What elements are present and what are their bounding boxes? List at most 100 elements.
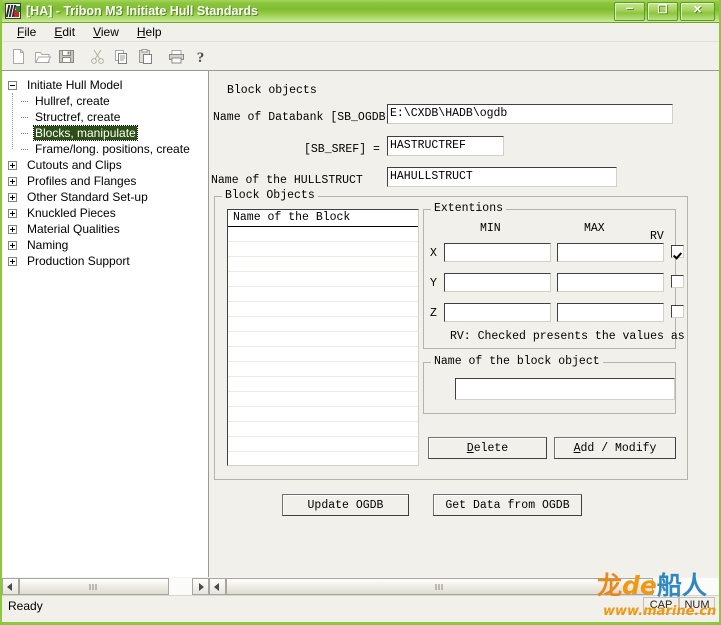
sidebar-item-label: Material Qualities — [27, 222, 120, 236]
collapse-toggle-icon[interactable] — [8, 80, 17, 90]
sidebar-item-label: Production Support — [27, 254, 130, 268]
scroll-thumb[interactable] — [226, 577, 653, 595]
menu-file[interactable]: File — [8, 24, 45, 41]
sidebar-item-cutouts-and-clips[interactable]: Cutouts and Clips — [8, 157, 208, 173]
status-badge-cap: CAP — [643, 597, 679, 614]
close-button[interactable]: ✕ — [680, 1, 715, 21]
list-item[interactable] — [228, 257, 418, 272]
hullstruct-label: Name of the HULLSTRUCT — [211, 174, 363, 187]
window-title: [HA] - Tribon M3 Initiate Hull Standards — [26, 4, 258, 18]
block-objects-group-title: Block Objects — [222, 189, 318, 202]
sidebar-item-profiles-and-flanges[interactable]: Profiles and Flanges — [8, 173, 208, 189]
x-max-input[interactable] — [557, 243, 664, 262]
status-message: Ready — [8, 598, 43, 613]
title-bar: [HA] - Tribon M3 Initiate Hull Standards… — [2, 0, 719, 23]
minimize-button[interactable]: – — [614, 1, 645, 21]
list-item[interactable] — [228, 392, 418, 407]
extentions-group-title: Extentions — [431, 202, 507, 215]
scroll-track[interactable] — [226, 577, 719, 595]
expand-toggle-icon[interactable] — [8, 224, 17, 234]
print-icon[interactable] — [165, 45, 188, 67]
list-item[interactable] — [228, 317, 418, 332]
get-data-from-ogdb-button[interactable]: Get Data from OGDB — [433, 494, 582, 516]
paste-icon[interactable] — [134, 45, 157, 67]
scroll-grip-icon — [435, 583, 444, 590]
copy-icon[interactable] — [110, 45, 133, 67]
col-header-max: MAX — [584, 222, 605, 235]
application-window: [HA] - Tribon M3 Initiate Hull Standards… — [0, 0, 721, 625]
list-item[interactable] — [228, 302, 418, 317]
list-item[interactable] — [228, 377, 418, 392]
sidebar-item-other-standard-set-up[interactable]: Other Standard Set-up — [8, 189, 208, 205]
menu-view[interactable]: View — [84, 24, 128, 41]
list-item[interactable] — [228, 347, 418, 362]
restore-button[interactable]: ❐ — [647, 1, 678, 21]
sidebar-item-material-qualities[interactable]: Material Qualities — [8, 221, 208, 237]
scroll-right-arrow-icon[interactable] — [192, 577, 209, 595]
z-max-input[interactable] — [557, 303, 664, 322]
help-icon[interactable]: ? — [189, 45, 212, 67]
scroll-left-arrow-icon[interactable] — [2, 577, 19, 595]
block-object-name-group-title: Name of the block object — [431, 355, 603, 368]
list-item[interactable] — [228, 362, 418, 377]
x-min-input[interactable] — [444, 243, 551, 262]
hullstruct-input[interactable]: HAHULLSTRUCT — [387, 167, 617, 187]
add-modify-button[interactable]: Add / Modify — [554, 437, 676, 459]
form-pane: Block objects Name of Databank [SB_OGDB]… — [209, 71, 719, 595]
tree-horizontal-scrollbar[interactable] — [2, 577, 209, 595]
scroll-track[interactable] — [19, 577, 192, 595]
databank-input[interactable]: E:\CXDB\HADB\ogdb — [387, 104, 673, 124]
list-item[interactable] — [228, 272, 418, 287]
expand-toggle-icon[interactable] — [8, 256, 17, 266]
menu-help[interactable]: Help — [128, 24, 171, 41]
sidebar-item-frame-long-positions-create[interactable]: Frame/long. positions, create — [21, 141, 208, 157]
list-item[interactable] — [228, 287, 418, 302]
expand-toggle-icon[interactable] — [8, 192, 17, 202]
expand-toggle-icon[interactable] — [8, 208, 17, 218]
expand-toggle-icon[interactable] — [8, 160, 17, 170]
sidebar-item-label: Blocks, manipulate — [33, 125, 138, 141]
menu-edit[interactable]: Edit — [45, 24, 84, 41]
sidebar-item-naming[interactable]: Naming — [8, 237, 208, 253]
list-item[interactable] — [228, 242, 418, 257]
list-item[interactable] — [228, 227, 418, 242]
status-badge-num: NUM — [679, 597, 715, 614]
block-list[interactable]: Name of the Block — [227, 209, 419, 466]
sidebar-item-blocks-manipulate[interactable]: Blocks, manipulate — [21, 125, 208, 141]
list-item[interactable] — [228, 407, 418, 422]
form-horizontal-scrollbar[interactable] — [209, 577, 719, 595]
sidebar-item-production-support[interactable]: Production Support — [8, 253, 208, 269]
block-object-name-group: Name of the block object — [423, 355, 676, 414]
open-icon[interactable] — [31, 45, 54, 67]
sidebar-item-structref-create[interactable]: Structref, create — [21, 109, 208, 125]
list-item[interactable] — [228, 452, 418, 465]
col-header-min: MIN — [480, 222, 501, 235]
delete-button[interactable]: Delete — [428, 437, 547, 459]
y-min-input[interactable] — [444, 273, 551, 292]
sidebar-item-initiate-hull-model[interactable]: Initiate Hull Model — [8, 77, 208, 93]
expand-toggle-icon[interactable] — [8, 176, 17, 186]
toolbar-separator-2 — [158, 45, 165, 67]
save-icon[interactable] — [55, 45, 78, 67]
scroll-left-arrow-icon[interactable] — [209, 577, 226, 595]
expand-toggle-icon[interactable] — [8, 240, 17, 250]
sidebar-item-hullref-create[interactable]: Hullref, create — [21, 93, 208, 109]
y-max-input[interactable] — [557, 273, 664, 292]
sidebar-item-label: Cutouts and Clips — [27, 158, 122, 172]
x-rv-checkbox[interactable] — [671, 245, 684, 258]
new-icon[interactable] — [7, 45, 30, 67]
y-rv-checkbox[interactable] — [671, 275, 684, 288]
list-item[interactable] — [228, 422, 418, 437]
list-item[interactable] — [228, 437, 418, 452]
update-ogdb-button[interactable]: Update OGDB — [282, 494, 409, 516]
list-item[interactable] — [228, 332, 418, 347]
sref-input[interactable]: HASTRUCTREF — [387, 136, 504, 156]
z-rv-checkbox[interactable] — [671, 305, 684, 318]
axis-label-x: X — [430, 247, 437, 260]
sidebar-item-knuckled-pieces[interactable]: Knuckled Pieces — [8, 205, 208, 221]
block-object-name-input[interactable] — [455, 378, 675, 400]
cut-icon[interactable] — [86, 45, 109, 67]
axis-label-y: Y — [430, 277, 437, 290]
scroll-thumb[interactable] — [19, 577, 169, 595]
z-min-input[interactable] — [444, 303, 551, 322]
